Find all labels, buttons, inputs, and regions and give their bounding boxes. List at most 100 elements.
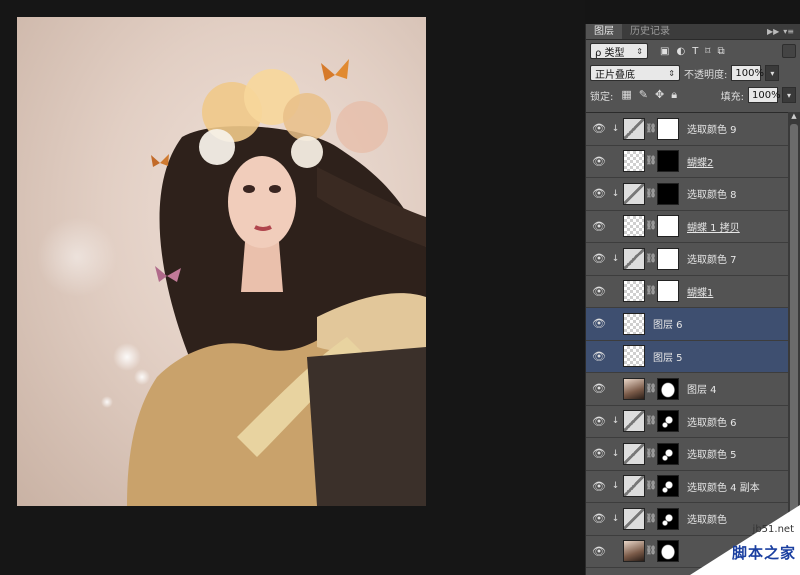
- layer-thumbnail[interactable]: [623, 377, 645, 400]
- mask-link-chain-icon[interactable]: ⛓: [645, 156, 657, 166]
- canvas-area: [0, 0, 585, 575]
- layer-thumbnail[interactable]: [623, 312, 645, 335]
- lock-paint-brush-icon[interactable]: ✎: [639, 88, 648, 102]
- layer-mask-thumbnail[interactable]: [657, 377, 679, 400]
- layer-thumbnail[interactable]: [623, 540, 645, 563]
- adjustment-layer-icon[interactable]: [623, 117, 645, 140]
- adjustment-layer-icon[interactable]: [623, 507, 645, 530]
- opacity-label: 不透明度:: [684, 69, 728, 81]
- mask-link-chain-icon[interactable]: ⛓: [645, 254, 657, 264]
- layer-mask-thumbnail[interactable]: [657, 475, 679, 498]
- adjustment-layer-icon[interactable]: [623, 410, 645, 433]
- layer-mask-thumbnail[interactable]: [657, 215, 679, 238]
- lock-position-move-icon[interactable]: ✥: [655, 88, 664, 102]
- filter-toggle-button[interactable]: [782, 44, 796, 58]
- adjustment-layer-icon[interactable]: [623, 182, 645, 205]
- layer-row[interactable]: 👁︎ ↓ ⛓ 选取颜色 9: [586, 113, 788, 146]
- lock-row: 锁定: ▦ ✎ ✥ 🔒︎ 填充: 100% ▾: [586, 84, 800, 106]
- layer-name: 选取颜色 5: [687, 450, 737, 462]
- layer-mask-thumbnail[interactable]: [657, 280, 679, 303]
- layer-mask-thumbnail[interactable]: [657, 507, 679, 530]
- mask-link-chain-icon[interactable]: ⛓: [645, 416, 657, 426]
- type-filter-icon[interactable]: T: [692, 46, 698, 57]
- mask-link-chain-icon[interactable]: ⛓: [645, 546, 657, 556]
- layer-mask-thumbnail[interactable]: [657, 410, 679, 433]
- layer-thumbnail[interactable]: [623, 150, 645, 173]
- collapse-panel-icon[interactable]: ▶▶: [767, 24, 779, 39]
- visibility-eye-icon[interactable]: 👁︎: [588, 317, 610, 330]
- layer-row[interactable]: 👁︎ 图层 6: [586, 308, 788, 341]
- layer-thumbnail[interactable]: [623, 280, 645, 303]
- layer-filter-dropdown[interactable]: ρ 类型 ⇕: [590, 43, 648, 59]
- opacity-input[interactable]: 100%: [731, 65, 764, 81]
- layer-row[interactable]: 👁︎ ⛓ 蝴蝶 1 拷贝: [586, 210, 788, 243]
- mask-link-chain-icon[interactable]: ⛓: [645, 286, 657, 296]
- opacity-slider-button[interactable]: ▾: [765, 65, 780, 81]
- layer-mask-thumbnail[interactable]: [657, 117, 679, 140]
- adjustment-layer-icon[interactable]: [623, 475, 645, 498]
- clipping-arrow-icon: ↓: [611, 188, 620, 199]
- layer-row[interactable]: 👁︎ ↓ ⛓ 选取颜色 8: [586, 178, 788, 211]
- clipping-arrow-icon: ↓: [611, 253, 620, 264]
- mask-link-chain-icon[interactable]: ⛓: [645, 514, 657, 524]
- layer-row[interactable]: 👁︎ ⛓ 图层 4: [586, 373, 788, 406]
- adjustment-filter-icon[interactable]: ◐: [676, 46, 685, 57]
- layer-row[interactable]: 👁︎ ↓ ⛓ 选取颜色 7: [586, 243, 788, 276]
- visibility-eye-icon[interactable]: 👁︎: [588, 252, 610, 265]
- layer-mask-thumbnail[interactable]: [657, 150, 679, 173]
- layer-name: 蝴蝶 1 拷贝: [687, 222, 740, 234]
- scroll-up-arrow-icon[interactable]: ▲: [788, 112, 800, 122]
- visibility-eye-icon[interactable]: 👁︎: [588, 415, 610, 428]
- layer-row[interactable]: 👁︎ 图层 5: [586, 340, 788, 373]
- mask-link-chain-icon[interactable]: ⛓: [645, 481, 657, 491]
- lock-transparent-icon[interactable]: ▦: [621, 88, 631, 102]
- layer-mask-thumbnail[interactable]: [657, 182, 679, 205]
- visibility-eye-icon[interactable]: 👁︎: [588, 187, 610, 200]
- visibility-eye-icon[interactable]: 👁︎: [588, 545, 610, 558]
- layer-mask-thumbnail[interactable]: [657, 442, 679, 465]
- visibility-eye-icon[interactable]: 👁︎: [588, 512, 610, 525]
- layer-row[interactable]: 👁︎ ↓ ⛓ 选取颜色 5: [586, 438, 788, 471]
- layer-name: 选取颜色 7: [687, 255, 737, 267]
- layer-thumbnail[interactable]: [623, 215, 645, 238]
- scrollbar-thumb[interactable]: [790, 124, 798, 564]
- visibility-eye-icon[interactable]: 👁︎: [588, 447, 610, 460]
- image-filter-icon[interactable]: ▣: [660, 46, 669, 57]
- layer-row[interactable]: 👁︎ ↓ ⛓ 选取颜色 6: [586, 405, 788, 438]
- layer-name: 蝴蝶1: [687, 287, 714, 299]
- visibility-eye-icon[interactable]: 👁︎: [588, 350, 610, 363]
- tab-layers[interactable]: 图层: [586, 24, 622, 39]
- chevron-updown-icon: ⇕: [636, 46, 643, 56]
- visibility-eye-icon[interactable]: 👁︎: [588, 155, 610, 168]
- visibility-eye-icon[interactable]: 👁︎: [588, 220, 610, 233]
- tab-history[interactable]: 历史记录: [622, 24, 678, 39]
- layer-name: 选取颜色 8: [687, 190, 737, 202]
- shape-filter-icon[interactable]: ⌑: [705, 46, 710, 57]
- layer-name: 图层 6: [653, 320, 683, 332]
- layer-row[interactable]: 👁︎ ⛓ 蝴蝶2: [586, 145, 788, 178]
- adjustment-layer-icon[interactable]: [623, 442, 645, 465]
- lock-all-icon[interactable]: 🔒︎: [671, 88, 677, 102]
- visibility-eye-icon[interactable]: 👁︎: [588, 122, 610, 135]
- fill-slider-button[interactable]: ▾: [782, 87, 796, 103]
- layer-row[interactable]: 👁︎ ⛓ 蝴蝶1: [586, 275, 788, 308]
- mask-link-chain-icon[interactable]: ⛓: [645, 189, 657, 199]
- mask-link-chain-icon[interactable]: ⛓: [645, 124, 657, 134]
- layer-thumbnail[interactable]: [623, 345, 645, 368]
- artwork-document[interactable]: [17, 17, 426, 506]
- visibility-eye-icon[interactable]: 👁︎: [588, 285, 610, 298]
- layer-row[interactable]: 👁︎ ↓ ⛓ 选取颜色 4 副本: [586, 470, 788, 503]
- fill-input[interactable]: 100%: [748, 87, 781, 103]
- layer-mask-thumbnail[interactable]: [657, 540, 679, 563]
- mask-link-chain-icon[interactable]: ⛓: [645, 449, 657, 459]
- layer-mask-thumbnail[interactable]: [657, 247, 679, 270]
- adjustment-layer-icon[interactable]: [623, 247, 645, 270]
- mask-link-chain-icon[interactable]: ⛓: [645, 384, 657, 394]
- visibility-eye-icon[interactable]: 👁︎: [588, 382, 610, 395]
- smart-object-filter-icon[interactable]: ⧉: [717, 46, 724, 57]
- blend-mode-dropdown[interactable]: 正片叠底 ⇕: [590, 65, 680, 81]
- lock-label: 锁定:: [590, 91, 614, 103]
- visibility-eye-icon[interactable]: 👁︎: [588, 480, 610, 493]
- mask-link-chain-icon[interactable]: ⛓: [645, 221, 657, 231]
- panel-menu-icon[interactable]: ▾≡: [783, 24, 794, 39]
